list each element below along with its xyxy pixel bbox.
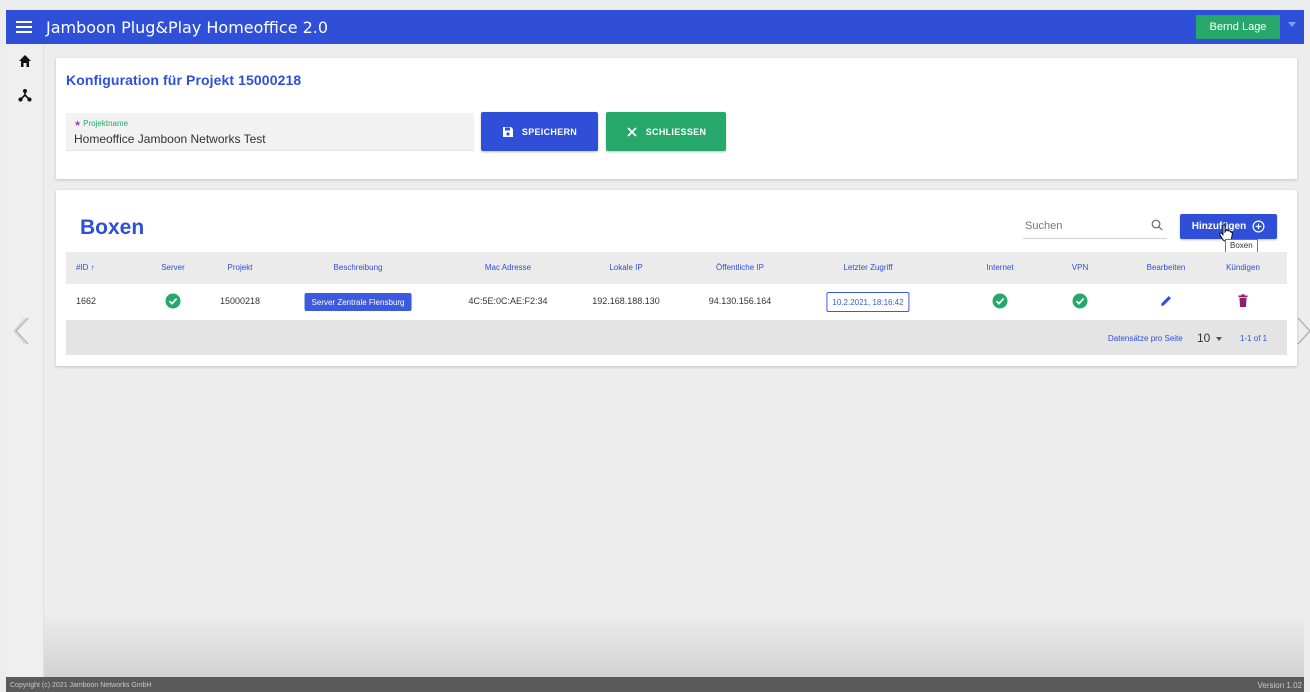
previous-page-arrow[interactable] <box>12 316 32 346</box>
column-vpn[interactable]: VPN <box>1072 263 1088 272</box>
bottom-shade <box>44 612 1304 677</box>
last-access-chip[interactable]: 10.2.2021, 18:16:42 <box>826 292 910 312</box>
column-projekt[interactable]: Projekt <box>228 263 253 272</box>
column-lokale-ip[interactable]: Lokale IP <box>609 263 642 272</box>
rows-per-page-select[interactable]: 10 <box>1197 331 1210 345</box>
search-input[interactable]: Suchen <box>1023 212 1167 239</box>
server-ok-icon <box>165 293 181 309</box>
save-button[interactable]: SPEICHERN <box>481 112 598 151</box>
table-row[interactable]: 1662 15000218 Server Zentrale Flensburg … <box>66 284 1287 320</box>
search-placeholder: Suchen <box>1025 220 1063 232</box>
close-button[interactable]: SCHLIESSEN <box>606 112 726 151</box>
column-oeffentliche-ip[interactable]: Öffentliche IP <box>716 263 764 272</box>
column-internet[interactable]: Internet <box>986 263 1013 272</box>
pagination-range: 1-1 of 1 <box>1240 334 1268 343</box>
rows-per-page-label: Datensätze pro Seite <box>1108 334 1183 343</box>
column-kuendigen[interactable]: Kündigen <box>1226 263 1260 272</box>
save-label: SPEICHERN <box>521 126 578 137</box>
user-menu-button[interactable]: Bernd Lage <box>1196 15 1280 39</box>
network-icon <box>18 89 32 102</box>
menu-icon[interactable] <box>10 10 38 44</box>
cell-lokale-ip: 192.168.188.130 <box>592 296 660 306</box>
column-bearbeiten[interactable]: Bearbeiten <box>1147 263 1186 272</box>
edit-icon[interactable] <box>1158 293 1174 309</box>
config-title: Konfiguration für Projekt 15000218 <box>66 72 302 88</box>
version-text: Version 1.02 <box>1257 681 1302 690</box>
chevron-right-icon <box>1297 317 1310 345</box>
chevron-down-icon[interactable] <box>1288 22 1296 27</box>
column-mac[interactable]: Mac Adresse <box>485 263 531 272</box>
cell-oeffentliche-ip: 94.130.156.164 <box>708 296 772 306</box>
app-bar: Jamboon Plug&Play Homeoffice 2.0 Bernd L… <box>6 10 1304 44</box>
star-icon: ★ <box>74 119 82 128</box>
chevron-left-icon <box>14 317 29 345</box>
cell-mac: 4C:5E:0C:AE:F2:34 <box>468 296 548 306</box>
table-header: #ID ↑ Server Projekt Beschreibung Mac Ad… <box>66 252 1287 284</box>
table-footer: Datensätze pro Seite 10 1-1 of 1 <box>66 320 1287 355</box>
project-name-label: Projektname <box>83 119 129 128</box>
column-id[interactable]: #ID ↑ <box>76 263 95 272</box>
column-beschreibung[interactable]: Beschreibung <box>334 263 383 272</box>
cell-projekt: 15000218 <box>219 296 261 306</box>
copyright-text: Copyright (c) 2021 Jamboon Networks GmbH <box>10 682 152 689</box>
close-label: SCHLIESSEN <box>645 126 707 137</box>
project-name-field[interactable]: ★ Projektname Homeoffice Jamboon Networks… <box>66 113 474 151</box>
nav-home[interactable] <box>6 44 44 78</box>
chevron-down-icon[interactable] <box>1216 337 1222 341</box>
close-icon <box>627 126 637 137</box>
column-server[interactable]: Server <box>161 263 185 272</box>
search-icon[interactable] <box>1151 219 1163 231</box>
nav-network[interactable] <box>6 78 44 112</box>
cell-id: 1662 <box>76 296 97 306</box>
side-rail <box>6 44 44 677</box>
home-icon <box>19 55 31 67</box>
tooltip: Boxen <box>1225 239 1258 253</box>
save-icon <box>502 126 513 137</box>
footer: Copyright (c) 2021 Jamboon Networks GmbH… <box>6 677 1304 692</box>
description-chip[interactable]: Server Zentrale Flensburg <box>304 293 412 311</box>
column-letzter-zugriff[interactable]: Letzter Zugriff <box>843 263 892 272</box>
vpn-ok-icon <box>1072 293 1088 309</box>
app-title: Jamboon Plug&Play Homeoffice 2.0 <box>46 17 329 37</box>
delete-icon[interactable] <box>1235 293 1251 309</box>
project-name-value[interactable]: Homeoffice Jamboon Networks Test <box>74 132 266 146</box>
boxes-title: Boxen <box>80 216 145 239</box>
config-card: Konfiguration für Projekt 15000218 ★ Proj… <box>56 58 1297 179</box>
plus-circle-icon <box>1252 220 1265 233</box>
boxes-card: Boxen Suchen Hinzufügen Boxen #ID ↑ Serv… <box>56 190 1297 366</box>
internet-ok-icon <box>992 293 1008 309</box>
